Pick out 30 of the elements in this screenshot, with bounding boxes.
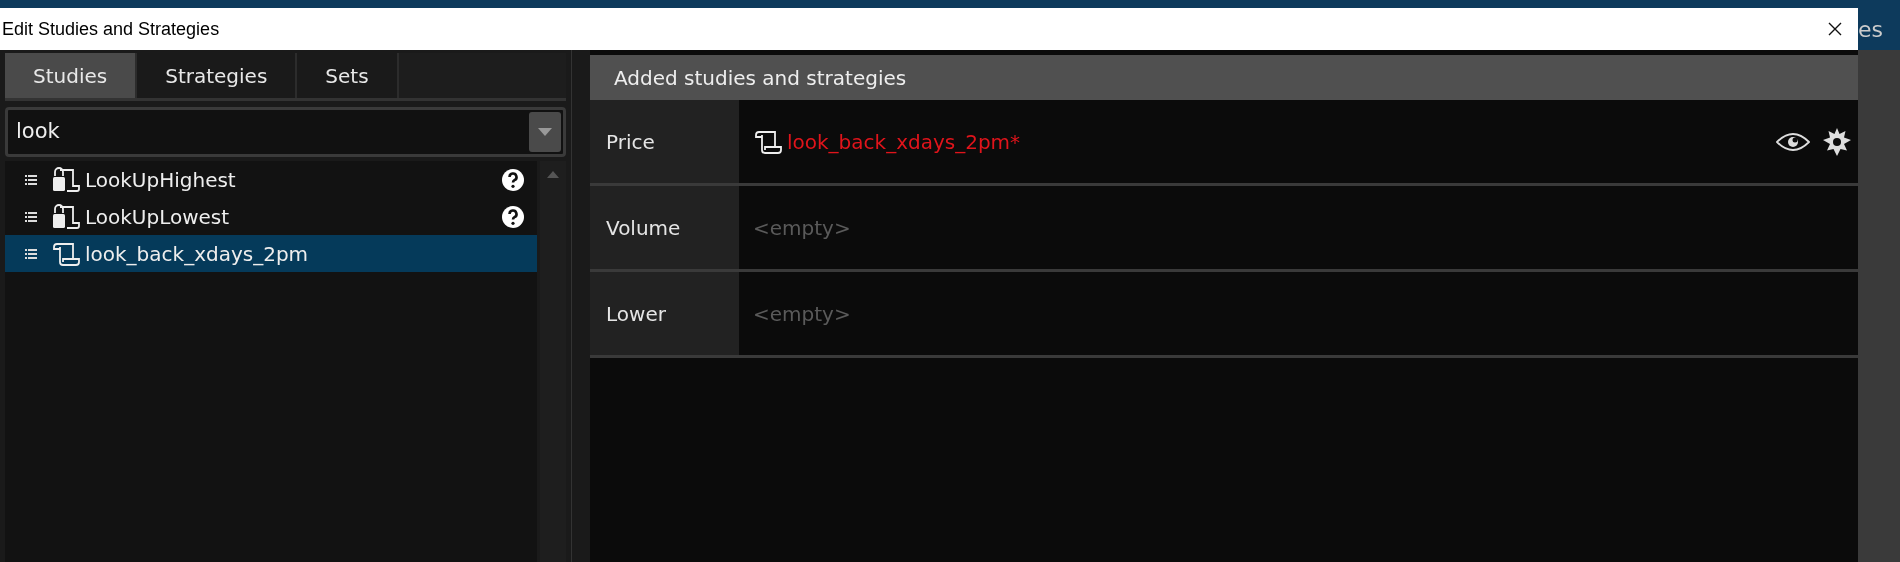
caret-icon: [538, 128, 552, 136]
study-item[interactable]: look_back_xdays_2pm: [5, 235, 538, 272]
scroll-icon: [753, 128, 783, 155]
study-name[interactable]: look_back_xdays_2pm*: [787, 126, 1772, 157]
section-label: Volume: [590, 186, 739, 269]
tab[interactable]: Studies: [5, 53, 138, 98]
list-icon[interactable]: [25, 211, 37, 222]
section-header: Added studies and strategies: [590, 55, 1858, 100]
background-text: es: [1858, 8, 1900, 50]
search-box[interactable]: look: [5, 107, 566, 157]
help-icon[interactable]: [501, 167, 526, 192]
empty-text: <empty>: [753, 214, 851, 242]
search-field[interactable]: look: [8, 116, 529, 148]
scrollbar[interactable]: [540, 161, 566, 562]
empty-text: <empty>: [753, 300, 851, 328]
settings-icon[interactable]: [1822, 126, 1852, 157]
study-item[interactable]: LookUpHighest: [5, 161, 538, 198]
list-icon[interactable]: [25, 174, 37, 185]
section-label: Lower: [590, 272, 739, 355]
list-icon[interactable]: [25, 248, 37, 259]
study-name: LookUpHighest: [85, 166, 237, 194]
section-label: Price: [590, 100, 739, 183]
study-name: LookUpLowest: [85, 203, 231, 231]
dropdown-button[interactable]: [529, 112, 561, 152]
window-title: Edit Studies and Strategies: [1, 17, 220, 41]
eye-icon[interactable]: [1776, 130, 1810, 153]
help-icon[interactable]: [501, 204, 526, 229]
close-icon: [1828, 22, 1842, 36]
study-name: look_back_xdays_2pm: [85, 240, 310, 268]
study-item[interactable]: LookUpLowest: [5, 198, 538, 235]
